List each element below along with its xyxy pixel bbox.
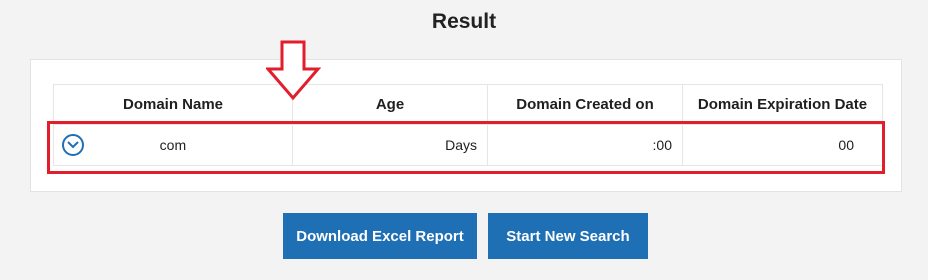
page-title: Result <box>431 10 497 33</box>
header-created-on[interactable]: Domain Created on <box>487 84 683 125</box>
header-expiration-date[interactable]: Domain Expiration Date <box>682 84 883 125</box>
cell-domain: com <box>53 124 293 166</box>
download-excel-report-button[interactable]: Download Excel Report <box>283 213 477 259</box>
age-value: Days <box>292 124 488 166</box>
expand-row-icon[interactable] <box>62 134 84 156</box>
table-row: com Days :00 00 <box>53 124 883 166</box>
table-header-row: Domain Name Age Domain Created on Domain… <box>53 84 883 125</box>
results-table: Domain Name Age Domain Created on Domain… <box>53 84 883 166</box>
created-value: :00 <box>487 124 683 166</box>
start-new-search-button[interactable]: Start New Search <box>488 213 648 259</box>
domain-value: com <box>159 137 187 153</box>
down-arrow-annotation-icon <box>266 40 322 101</box>
expiration-value: 00 <box>682 124 883 166</box>
header-domain-name[interactable]: Domain Name <box>53 84 293 125</box>
